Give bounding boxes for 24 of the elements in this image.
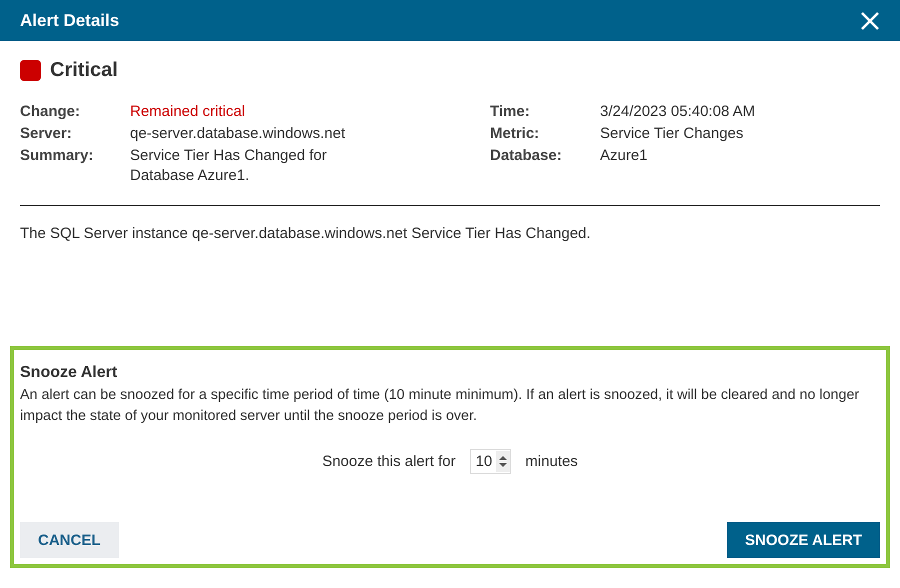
snooze-button[interactable]: SNOOZE ALERT — [727, 522, 880, 558]
field-label: Metric: — [490, 124, 540, 144]
field-value: Remained critical — [130, 102, 246, 122]
field-label: Time: — [490, 102, 531, 122]
field-label: Change: — [20, 102, 81, 122]
field-value: Service Tier Changes — [600, 124, 744, 144]
field-value: qe-server.database.windows.net — [130, 124, 346, 144]
snooze-prompt: Snooze this alert for — [322, 453, 456, 470]
alert-description: The SQL Server instance qe-server.database.windows.net Service Tier Has Changed. — [20, 225, 592, 242]
field-label: Summary: — [20, 146, 94, 166]
window-title: Alert Details — [20, 10, 120, 30]
severity-label: Critical — [50, 59, 118, 82]
unit-label: minutes — [525, 453, 578, 470]
cancel-button[interactable]: CANCEL — [20, 522, 118, 558]
snooze-description: An alert can be snoozed for a specific time period of time (10 minute minimum). If an alert is snoozed, it will be cleared and no longer impact the state of your monitored server until the snooze period is over. — [20, 386, 860, 426]
snooze-title: Snooze Alert — [20, 364, 118, 382]
close-button[interactable] — [860, 10, 880, 30]
minutes-spinner[interactable]: 10 — [470, 449, 512, 474]
field-value: 3/24/2023 05:40:08 AM — [600, 102, 756, 122]
field-label: Server: — [20, 124, 73, 144]
field-value: Service Tier Has Changed for Database Azure1. — [130, 146, 328, 186]
close-icon — [860, 10, 880, 30]
field-value: Azure1 — [600, 146, 649, 166]
field-label: Database: — [490, 146, 563, 166]
